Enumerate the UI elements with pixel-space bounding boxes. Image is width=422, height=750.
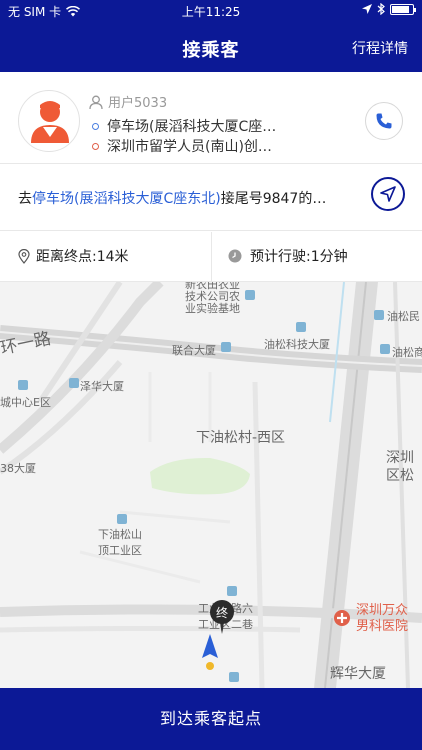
map-label: 深圳 bbox=[386, 450, 414, 466]
status-time: 上午11:25 bbox=[181, 5, 241, 19]
building-icon bbox=[69, 378, 79, 388]
map-label: 下油松山 bbox=[98, 527, 142, 541]
map-canvas[interactable]: 新农田农业 技术公司农 业实验基地 油松民 联合大厦 油松科技大厦 油松商 泽华… bbox=[0, 282, 422, 688]
map-label: 技术公司农 bbox=[185, 289, 240, 303]
arrive-pickup-button[interactable]: 到达乘客起点 bbox=[0, 688, 422, 750]
battery-icon bbox=[390, 3, 416, 15]
building-icon bbox=[229, 672, 239, 682]
map-label: 业实验基地 bbox=[185, 301, 240, 315]
map-label: 泽华大厦 bbox=[80, 379, 124, 393]
building-icon bbox=[18, 380, 28, 390]
map-label: 城中心E区 bbox=[0, 396, 51, 409]
passenger-name: 用户5033 bbox=[108, 96, 168, 111]
call-button[interactable] bbox=[365, 102, 403, 140]
avatar bbox=[18, 90, 80, 152]
location-arrow-icon bbox=[362, 4, 372, 14]
map-view[interactable]: 新农田农业 技术公司农 业实验基地 油松民 联合大厦 油松科技大厦 油松商 泽华… bbox=[0, 282, 422, 688]
trip-details-link[interactable]: 行程详情 bbox=[352, 38, 408, 58]
divider bbox=[0, 163, 422, 164]
eta-text: 预计行驶:1分钟 bbox=[250, 249, 348, 265]
passenger-info-card: 用户5033 停车场(展滔科技大厦C座… 深圳市留学人员(南山)创… 去停车场(… bbox=[0, 72, 422, 282]
start-address: 停车场(展滔科技大厦C座… bbox=[107, 119, 277, 135]
map-label: 顶工业区 bbox=[98, 544, 142, 557]
map-label: 油松商 bbox=[392, 345, 422, 359]
map-label: 深圳万众 bbox=[356, 603, 408, 618]
map-label: 区松 bbox=[386, 468, 414, 484]
end-address: 深圳市留学人员(南山)创… bbox=[107, 139, 272, 155]
map-label: 38大厦 bbox=[0, 461, 36, 475]
building-icon bbox=[245, 290, 255, 300]
distance-text: 距离终点:14米 bbox=[36, 249, 129, 265]
building-icon bbox=[117, 514, 127, 524]
driver-avatar-icon bbox=[31, 101, 69, 143]
map-label: 辉华大厦 bbox=[330, 666, 386, 682]
map-label: 联合大厦 bbox=[172, 343, 216, 357]
map-label: 男科医院 bbox=[356, 619, 408, 634]
phone-icon bbox=[376, 113, 392, 129]
building-icon bbox=[221, 342, 231, 352]
bluetooth-icon bbox=[377, 3, 385, 15]
location-pin-icon bbox=[18, 248, 30, 264]
user-icon bbox=[89, 95, 103, 109]
building-icon bbox=[296, 322, 306, 332]
clock-icon bbox=[228, 249, 242, 263]
end-dot-icon bbox=[92, 142, 99, 150]
end-marker-label: 终 bbox=[216, 605, 228, 620]
navigation-arrow-icon bbox=[380, 186, 396, 202]
map-area-label: 下油松村-西区 bbox=[196, 430, 285, 446]
navigate-button[interactable] bbox=[371, 177, 405, 211]
route-suffix: 接尾号9847的… bbox=[220, 191, 327, 207]
eta-stat: 预计行驶:1分钟 bbox=[228, 246, 348, 266]
status-right bbox=[362, 3, 416, 15]
building-icon bbox=[380, 344, 390, 354]
passenger-name-row: 用户5033 bbox=[88, 92, 167, 111]
building-icon bbox=[374, 310, 384, 320]
end-address-row: 深圳市留学人员(南山)创… bbox=[92, 136, 272, 156]
distance-stat: 距离终点:14米 bbox=[18, 246, 129, 266]
divider bbox=[0, 230, 422, 231]
start-dot-icon bbox=[92, 122, 99, 130]
route-prefix: 去 bbox=[18, 191, 32, 207]
route-instruction: 去停车场(展滔科技大厦C座东北)接尾号9847的… bbox=[18, 188, 348, 208]
stats-separator bbox=[211, 232, 212, 282]
nav-bar: 接乘客 行程详情 bbox=[0, 22, 422, 72]
start-address-row: 停车场(展滔科技大厦C座… bbox=[92, 116, 276, 136]
building-icon bbox=[227, 586, 237, 596]
map-label: 油松民 bbox=[387, 309, 420, 323]
map-label: 油松科技大厦 bbox=[264, 337, 330, 351]
status-bar: 无 SIM 卡 上午11:25 bbox=[0, 0, 422, 22]
route-place: 停车场(展滔科技大厦C座东北) bbox=[32, 191, 221, 207]
